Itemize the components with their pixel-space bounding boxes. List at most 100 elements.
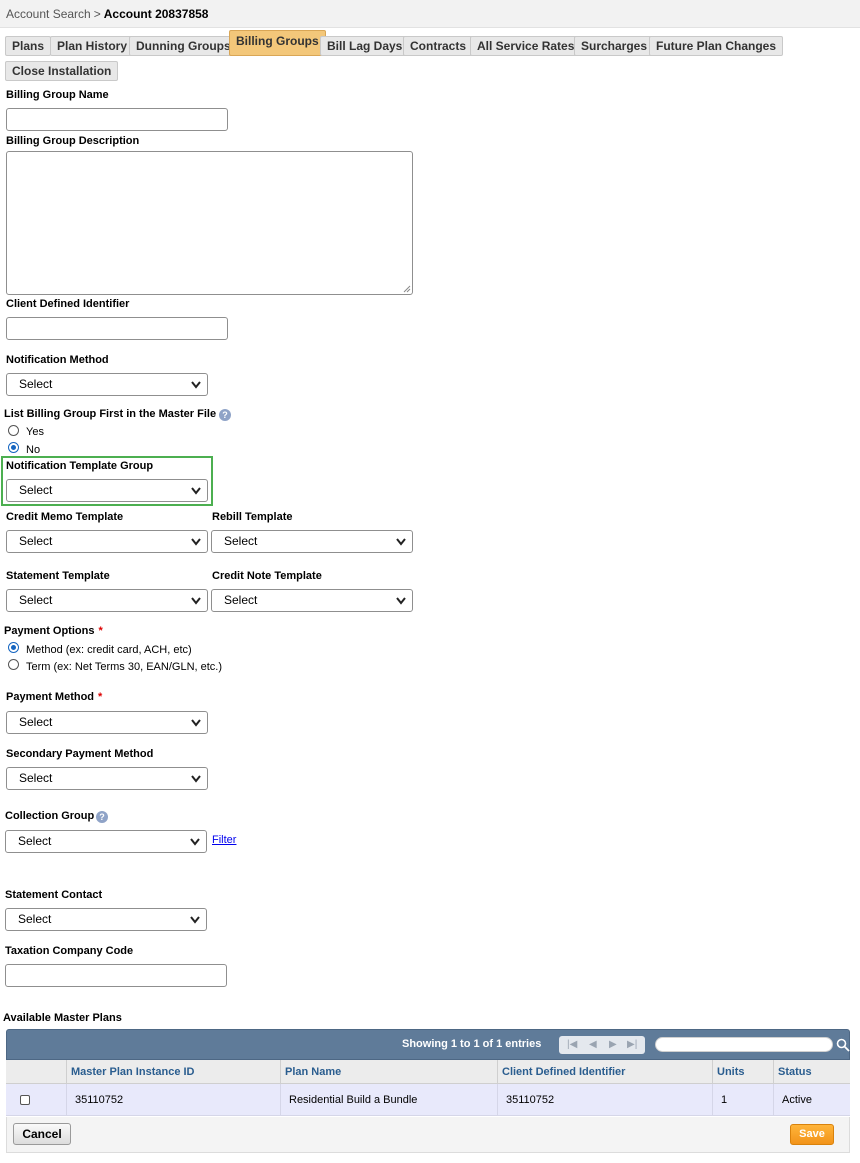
credit-note-template-value: Select — [224, 593, 258, 607]
billing-group-name-input[interactable] — [6, 108, 228, 131]
payment-option-method-radio[interactable] — [8, 642, 19, 653]
tab-close-installation[interactable]: Close Installation — [5, 61, 119, 81]
list-first-no-label: No — [26, 444, 41, 456]
list-first-label: List Billing Group First in the Master F… — [4, 408, 217, 420]
required-marker: * — [98, 691, 103, 703]
billing-group-description-textarea[interactable] — [6, 151, 413, 295]
billing-group-description-label: Billing Group Description — [6, 135, 140, 147]
breadcrumb: Account Search > Account 20837858 — [6, 7, 208, 21]
grid-pager: |◀ ◀ ▶ ▶| — [559, 1036, 645, 1054]
column-header-plan-name[interactable]: Plan Name — [280, 1060, 497, 1084]
prev-page-icon[interactable]: ◀ — [589, 1039, 597, 1050]
secondary-payment-method-select[interactable]: Select — [6, 767, 208, 790]
chevron-down-icon — [190, 916, 200, 924]
notification-method-select[interactable]: Select — [6, 373, 208, 396]
credit-memo-template-value: Select — [19, 534, 53, 548]
credit-memo-template-label: Credit Memo Template — [6, 511, 124, 523]
payment-option-term-radio[interactable] — [8, 659, 19, 670]
payment-option-term-label: Term (ex: Net Terms 30, EAN/GLN, etc.) — [26, 661, 223, 673]
taxation-company-code-label: Taxation Company Code — [5, 945, 134, 957]
tab-surcharges[interactable]: Surcharges — [574, 36, 655, 56]
tab-plans[interactable]: Plans — [5, 36, 52, 56]
column-header-units[interactable]: Units — [712, 1060, 773, 1084]
cell-units: 1 — [712, 1084, 773, 1116]
grid-search-input[interactable] — [655, 1037, 833, 1052]
chevron-down-icon — [191, 775, 201, 783]
notification-template-group-select[interactable]: Select — [6, 479, 208, 502]
cancel-button[interactable]: Cancel — [13, 1123, 71, 1145]
payment-option-method-label: Method (ex: credit card, ACH, etc) — [26, 644, 192, 656]
tab-all-service-rates[interactable]: All Service Rates — [470, 36, 582, 56]
collection-group-label: Collection Group — [5, 810, 95, 822]
statement-template-value: Select — [19, 593, 53, 607]
next-page-icon[interactable]: ▶ — [609, 1039, 617, 1050]
client-defined-identifier-input[interactable] — [6, 317, 228, 340]
save-button[interactable]: Save — [790, 1124, 834, 1145]
payment-options-label: Payment Options * — [4, 625, 103, 637]
statement-contact-label: Statement Contact — [5, 889, 103, 901]
chevron-down-icon — [191, 719, 201, 727]
cell-plan-name: Residential Build a Bundle — [280, 1084, 497, 1116]
credit-note-template-select[interactable]: Select — [211, 589, 413, 612]
chevron-down-icon — [191, 538, 201, 546]
first-page-icon[interactable]: |◀ — [567, 1039, 577, 1050]
list-first-yes-radio[interactable] — [8, 425, 19, 436]
billing-group-name-label: Billing Group Name — [6, 89, 109, 101]
notification-template-group-label: Notification Template Group — [6, 460, 154, 472]
tab-plan-history[interactable]: Plan History — [50, 36, 135, 56]
secondary-payment-method-label: Secondary Payment Method — [6, 748, 154, 760]
list-first-no-radio[interactable] — [8, 442, 19, 453]
statement-contact-select[interactable]: Select — [5, 908, 207, 931]
list-first-yes-label: Yes — [26, 426, 44, 438]
breadcrumb-root-link[interactable]: Account Search — [6, 7, 91, 21]
rebill-template-value: Select — [224, 534, 258, 548]
cell-status: Active — [773, 1084, 850, 1116]
statement-template-select[interactable]: Select — [6, 589, 208, 612]
chevron-down-icon — [396, 538, 406, 546]
tab-bill-lag-days[interactable]: Bill Lag Days — [320, 36, 410, 56]
help-icon[interactable]: ? — [96, 811, 108, 823]
credit-memo-template-select[interactable]: Select — [6, 530, 208, 553]
payment-method-text: Payment Method — [6, 691, 95, 703]
search-icon[interactable] — [836, 1038, 850, 1052]
notification-method-value: Select — [19, 377, 53, 391]
resize-handle-icon[interactable] — [403, 285, 411, 293]
filter-link[interactable]: Filter — [212, 834, 236, 846]
chevron-down-icon — [191, 487, 201, 495]
breadcrumb-current: Account 20837858 — [103, 7, 209, 21]
rebill-template-label: Rebill Template — [212, 511, 293, 523]
breadcrumb-separator: > — [93, 7, 101, 21]
collection-group-value: Select — [18, 834, 52, 848]
payment-method-select[interactable]: Select — [6, 711, 208, 734]
column-header-master-plan-instance-id[interactable]: Master Plan Instance ID — [66, 1060, 280, 1084]
row-select-checkbox[interactable] — [20, 1095, 30, 1105]
available-master-plans-title: Available Master Plans — [3, 1012, 122, 1024]
tab-billing-groups[interactable]: Billing Groups — [229, 30, 326, 56]
tab-dunning-groups[interactable]: Dunning Groups — [129, 36, 238, 56]
column-header-client-defined-identifier[interactable]: Client Defined Identifier — [497, 1060, 712, 1084]
notification-template-group-value: Select — [19, 483, 53, 497]
help-icon[interactable]: ? — [219, 409, 231, 421]
grid-header-row: Master Plan Instance ID Plan Name Client… — [6, 1060, 850, 1084]
notification-method-label: Notification Method — [6, 354, 109, 366]
column-header-status[interactable]: Status — [773, 1060, 850, 1084]
payment-method-label: Payment Method * — [6, 691, 102, 703]
chevron-down-icon — [396, 597, 406, 605]
tab-future-plan-changes[interactable]: Future Plan Changes — [649, 36, 784, 56]
statement-contact-value: Select — [18, 912, 52, 926]
cell-client-defined-identifier: 35110752 — [497, 1084, 712, 1116]
credit-note-template-label: Credit Note Template — [212, 570, 322, 582]
select-column-header — [6, 1060, 66, 1084]
grid-toolbar: Showing 1 to 1 of 1 entries |◀ ◀ ▶ ▶| — [6, 1029, 850, 1060]
collection-group-select[interactable]: Select — [5, 830, 207, 853]
chevron-down-icon — [191, 381, 201, 389]
grid-entries-info: Showing 1 to 1 of 1 entries — [402, 1038, 542, 1050]
footer-bar: Cancel Save — [6, 1117, 850, 1153]
last-page-icon[interactable]: ▶| — [627, 1039, 637, 1050]
tab-contracts[interactable]: Contracts — [403, 36, 474, 56]
table-row[interactable]: 35110752 Residential Build a Bundle 3511… — [6, 1084, 850, 1116]
taxation-company-code-input[interactable] — [5, 964, 227, 987]
payment-options-text: Payment Options — [4, 625, 95, 637]
payment-method-value: Select — [19, 715, 53, 729]
rebill-template-select[interactable]: Select — [211, 530, 413, 553]
